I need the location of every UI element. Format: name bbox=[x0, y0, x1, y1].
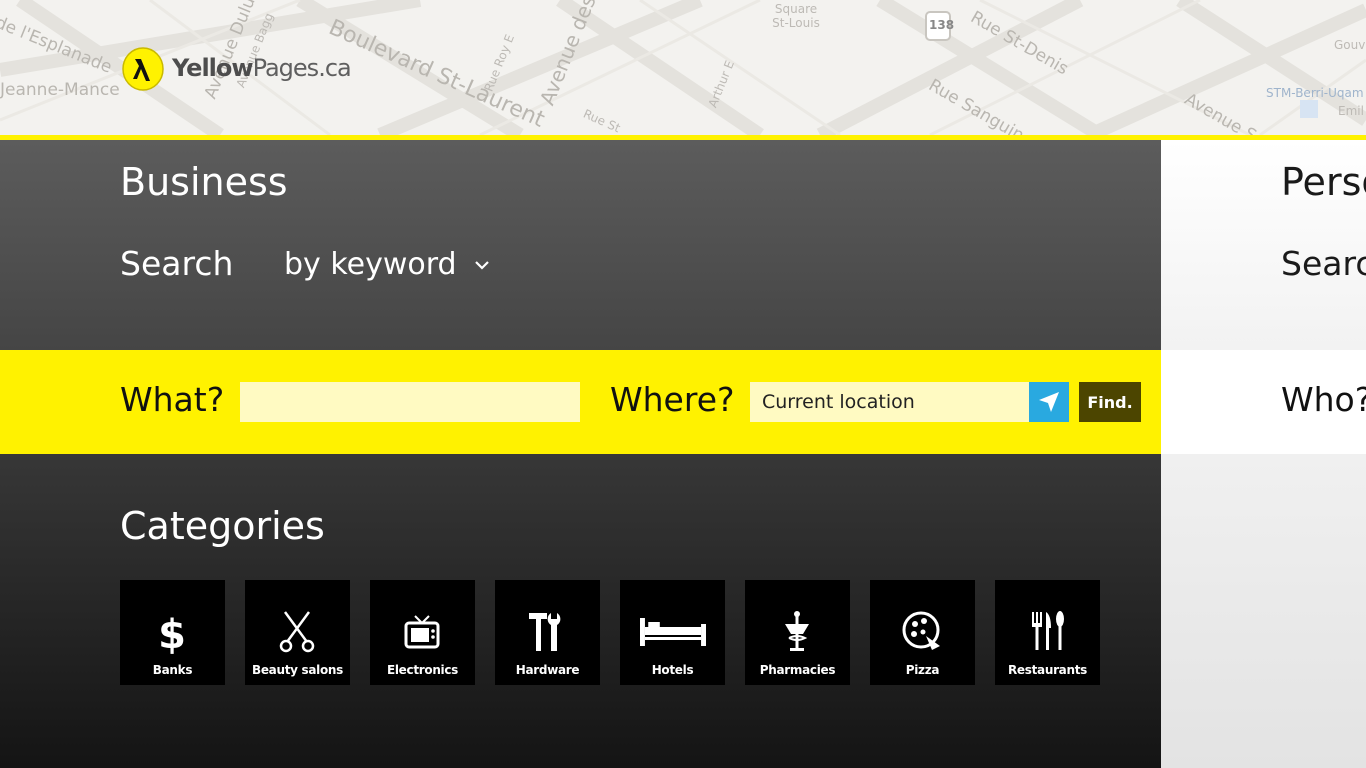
category-label: Pharmacies bbox=[759, 663, 836, 677]
where-label: Where? bbox=[610, 380, 735, 419]
current-location-button[interactable] bbox=[1029, 382, 1069, 422]
category-label: Banks bbox=[152, 663, 193, 677]
find-button[interactable]: Find. bbox=[1079, 382, 1141, 422]
category-tile-beauty-salons[interactable]: Beauty salons bbox=[245, 580, 350, 685]
bed-icon bbox=[640, 618, 706, 646]
tools-icon bbox=[529, 613, 561, 651]
category-tile-banks[interactable]: $ Banks bbox=[120, 580, 225, 685]
map-header: de l'Esplanade Jeanne-Mance Avenue Dulut… bbox=[0, 0, 1366, 135]
categories-title: Categories bbox=[120, 504, 325, 548]
search-mode-value: by keyword bbox=[284, 247, 457, 282]
category-label: Hardware bbox=[515, 663, 580, 677]
category-tiles: $ Banks Beauty salons Electronics Hardwa… bbox=[120, 580, 1100, 685]
search-mode-dropdown[interactable]: by keyword bbox=[284, 247, 491, 282]
location-arrow-icon bbox=[1039, 392, 1059, 412]
personal-panel bbox=[1161, 454, 1366, 768]
category-tile-electronics[interactable]: Electronics bbox=[370, 580, 475, 685]
scissors-icon bbox=[279, 611, 315, 653]
cutlery-icon bbox=[1032, 611, 1064, 650]
yellowpages-logo[interactable]: YellowPages.ca bbox=[122, 44, 352, 92]
dollar-icon: $ bbox=[158, 612, 186, 654]
category-label: Electronics bbox=[386, 663, 459, 677]
pharmacy-icon bbox=[785, 611, 809, 651]
pizza-icon bbox=[902, 611, 940, 650]
category-label: Restaurants bbox=[1007, 663, 1088, 677]
who-label: Who? bbox=[1281, 380, 1366, 419]
route-shield: 138 bbox=[929, 18, 955, 32]
category-label: Pizza bbox=[905, 663, 940, 677]
logo-word-pages: Pages bbox=[252, 54, 320, 82]
map-label: STM-Berri-Uqam bbox=[1266, 86, 1364, 100]
search-label: Search bbox=[120, 244, 234, 283]
walking-fingers-icon bbox=[122, 47, 164, 91]
category-tile-pharmacies[interactable]: Pharmacies bbox=[745, 580, 850, 685]
personal-search-label: Searc bbox=[1281, 244, 1366, 283]
category-tile-hotels[interactable]: Hotels bbox=[620, 580, 725, 685]
map-label: Gouv bbox=[1334, 38, 1366, 52]
what-input[interactable] bbox=[240, 382, 580, 422]
chevron-down-icon bbox=[474, 260, 489, 270]
logo-suffix: .ca bbox=[318, 54, 352, 82]
map-label: Emil bbox=[1338, 104, 1364, 118]
tv-icon bbox=[404, 615, 440, 649]
category-tile-restaurants[interactable]: Restaurants bbox=[995, 580, 1100, 685]
map-label: Square St-Louis bbox=[772, 2, 820, 30]
logo-word-yellow: Yellow bbox=[172, 54, 254, 82]
category-tile-pizza[interactable]: Pizza bbox=[870, 580, 975, 685]
personal-header-panel: Perso Searc bbox=[1161, 140, 1366, 350]
business-title: Business bbox=[120, 160, 288, 204]
personal-search-bar: Who? bbox=[1161, 350, 1366, 454]
map-label: Jeanne-Mance bbox=[0, 80, 120, 100]
svg-text:$: $ bbox=[158, 612, 186, 654]
category-label: Beauty salons bbox=[251, 663, 344, 677]
what-label: What? bbox=[120, 380, 225, 419]
where-input[interactable] bbox=[750, 382, 1030, 422]
logo-wordmark: YellowPages.ca bbox=[172, 54, 352, 82]
category-label: Hotels bbox=[651, 663, 694, 677]
category-tile-hardware[interactable]: Hardware bbox=[495, 580, 600, 685]
personal-title: Perso bbox=[1281, 160, 1366, 204]
